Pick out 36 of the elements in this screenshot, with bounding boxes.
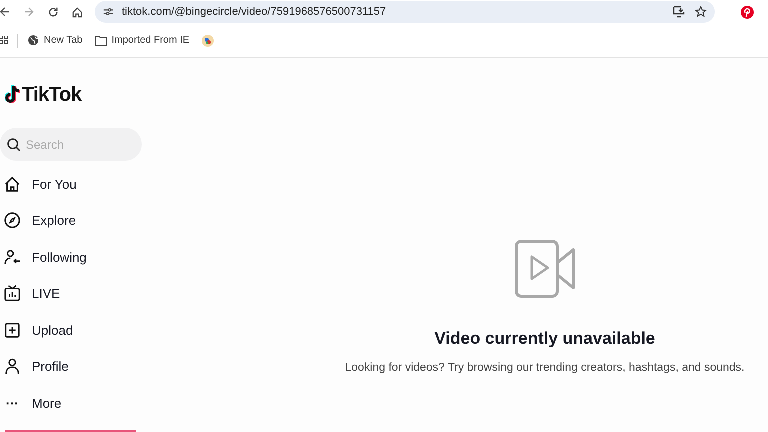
nav-item[interactable]: LIVE <box>0 276 130 312</box>
nav-item[interactable]: ··· More <box>0 385 130 422</box>
globe-icon <box>28 35 39 46</box>
user-arrow-icon <box>4 248 21 266</box>
colorful-favicon-icon[interactable] <box>202 34 214 46</box>
nav-item[interactable]: Profile <box>0 348 130 385</box>
search-icon <box>7 138 21 152</box>
apps-grid-icon[interactable] <box>0 36 8 45</box>
tv-icon <box>4 285 21 302</box>
bookmark-star-icon[interactable] <box>695 6 707 18</box>
back-icon[interactable] <box>0 7 10 17</box>
pinterest-icon[interactable] <box>741 6 754 18</box>
site-settings-icon[interactable] <box>103 7 114 17</box>
video-camera-icon <box>514 240 576 298</box>
nav-item[interactable]: Upload <box>0 312 130 348</box>
folder-icon <box>94 36 107 46</box>
plus-square-icon <box>4 322 21 339</box>
compass-icon <box>4 212 21 230</box>
unavailable-message: Looking for videos? Try browsing our trending creators, hashtags, and sounds. <box>345 360 745 376</box>
search-field[interactable]: Search <box>0 128 142 161</box>
address-bar[interactable]: tiktok.com/@bingecircle/video/7591968576500731157 <box>95 1 715 23</box>
tiktok-note-icon[interactable] <box>5 85 21 105</box>
nav-item[interactable]: Explore <box>0 202 130 239</box>
nav-item[interactable]: Following <box>0 239 130 276</box>
home-icon <box>4 176 21 193</box>
tiktok-logo-text[interactable]: TikTok <box>22 80 82 110</box>
url-text: tiktok.com/@bingecircle/video/7591968576500731157 <box>122 4 386 20</box>
bookmark-link[interactable]: New Tab <box>44 33 83 48</box>
bookmark-link[interactable]: Imported From IE <box>112 33 190 48</box>
install-app-icon[interactable] <box>673 6 685 18</box>
reload-icon[interactable] <box>48 6 59 18</box>
nav-item[interactable]: For You <box>0 166 130 202</box>
user-icon <box>4 358 21 376</box>
home-icon[interactable] <box>72 6 83 18</box>
more-dots-icon: ··· <box>4 396 21 410</box>
unavailable-title: Video currently unavailable <box>434 328 656 350</box>
